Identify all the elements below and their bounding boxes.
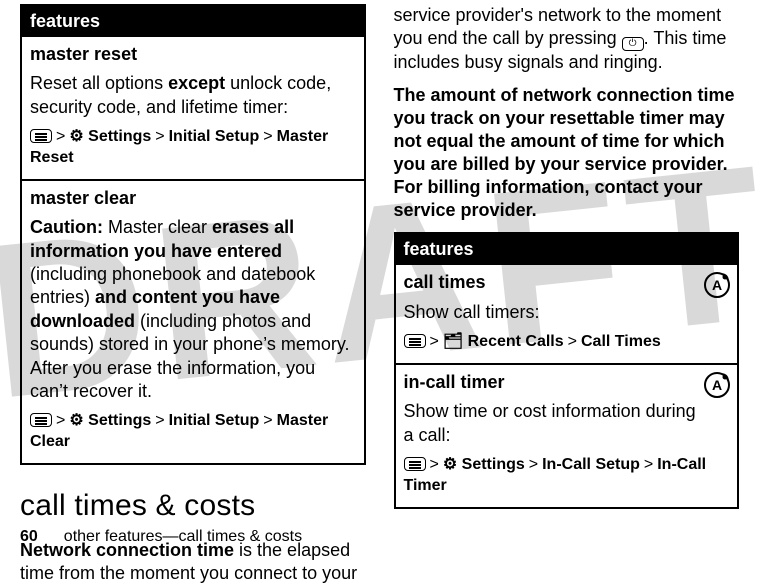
recent-calls-icon: 🗂 (443, 333, 463, 350)
network-feature-icon: A (703, 371, 731, 399)
nav-step: Settings (88, 128, 151, 145)
body-paragraph: Network connection time is the elapsed t… (20, 539, 366, 585)
nav-step: Settings (88, 412, 151, 429)
row-title: master clear (30, 187, 356, 210)
row-body: Caution: Master clear erases all informa… (30, 216, 356, 403)
page-number: 60 (20, 528, 38, 545)
row-title: master reset (30, 43, 356, 66)
table-row: master clear Caution: Master clear erase… (22, 179, 364, 463)
nav-path: >🗂 Recent Calls>Call Times (404, 332, 730, 353)
nav-path: >⚙ Settings>In-Call Setup>In-Call Timer (404, 455, 730, 497)
row-body: Show time or cost information during a c… (404, 400, 730, 447)
page-content: features master reset Reset all options … (0, 0, 759, 495)
features-table-right: features A call times Show call timers: … (394, 232, 740, 508)
caution-label: Caution: (30, 217, 108, 237)
nav-step: Initial Setup (169, 128, 260, 145)
table-row: master reset Reset all options except un… (22, 37, 364, 179)
settings-icon: ⚙ (443, 456, 457, 473)
row-body: Show call timers: (404, 301, 730, 324)
nav-step: Initial Setup (169, 412, 260, 429)
row-title: call times (404, 271, 730, 294)
table-header: features (396, 234, 738, 265)
nav-path: >⚙ Settings>Initial Setup>Master Clear (30, 411, 356, 453)
settings-icon: ⚙ (69, 412, 83, 429)
nav-step: Recent Calls (468, 333, 564, 350)
page-footer: 60 other features—call times & costs (20, 528, 302, 546)
nav-step: Call Times (581, 333, 661, 350)
settings-icon: ⚙ (69, 128, 83, 145)
svg-text:A: A (712, 277, 722, 293)
right-column: service provider's network to the moment… (394, 4, 740, 495)
table-row: A in-call timer Show time or cost inform… (396, 363, 738, 507)
menu-key-icon (30, 413, 52, 427)
nav-step: In-Call Setup (542, 456, 640, 473)
footer-text: other features—call times & costs (64, 528, 302, 545)
network-feature-icon: A (703, 271, 731, 299)
table-header: features (22, 6, 364, 37)
table-row: A call times Show call timers: >🗂 Recent… (396, 265, 738, 363)
row-title: in-call timer (404, 371, 730, 394)
menu-key-icon (30, 129, 52, 143)
body-paragraph-bold: The amount of network connection time yo… (394, 84, 740, 222)
body-paragraph: service provider's network to the moment… (394, 4, 740, 74)
nav-step: Settings (462, 456, 525, 473)
left-column: features master reset Reset all options … (20, 4, 366, 495)
svg-text:A: A (712, 377, 722, 393)
menu-key-icon (404, 457, 426, 471)
end-key-icon (622, 37, 644, 51)
menu-key-icon (404, 334, 426, 348)
body-text: Reset all options (30, 73, 168, 93)
body-text: Master clear (108, 217, 212, 237)
section-heading: call times & costs (20, 487, 366, 525)
nav-path: >⚙ Settings>Initial Setup>Master Reset (30, 127, 356, 169)
row-body: Reset all options except unlock code, se… (30, 72, 356, 119)
features-table-left: features master reset Reset all options … (20, 4, 366, 465)
body-bold: except (168, 73, 225, 93)
